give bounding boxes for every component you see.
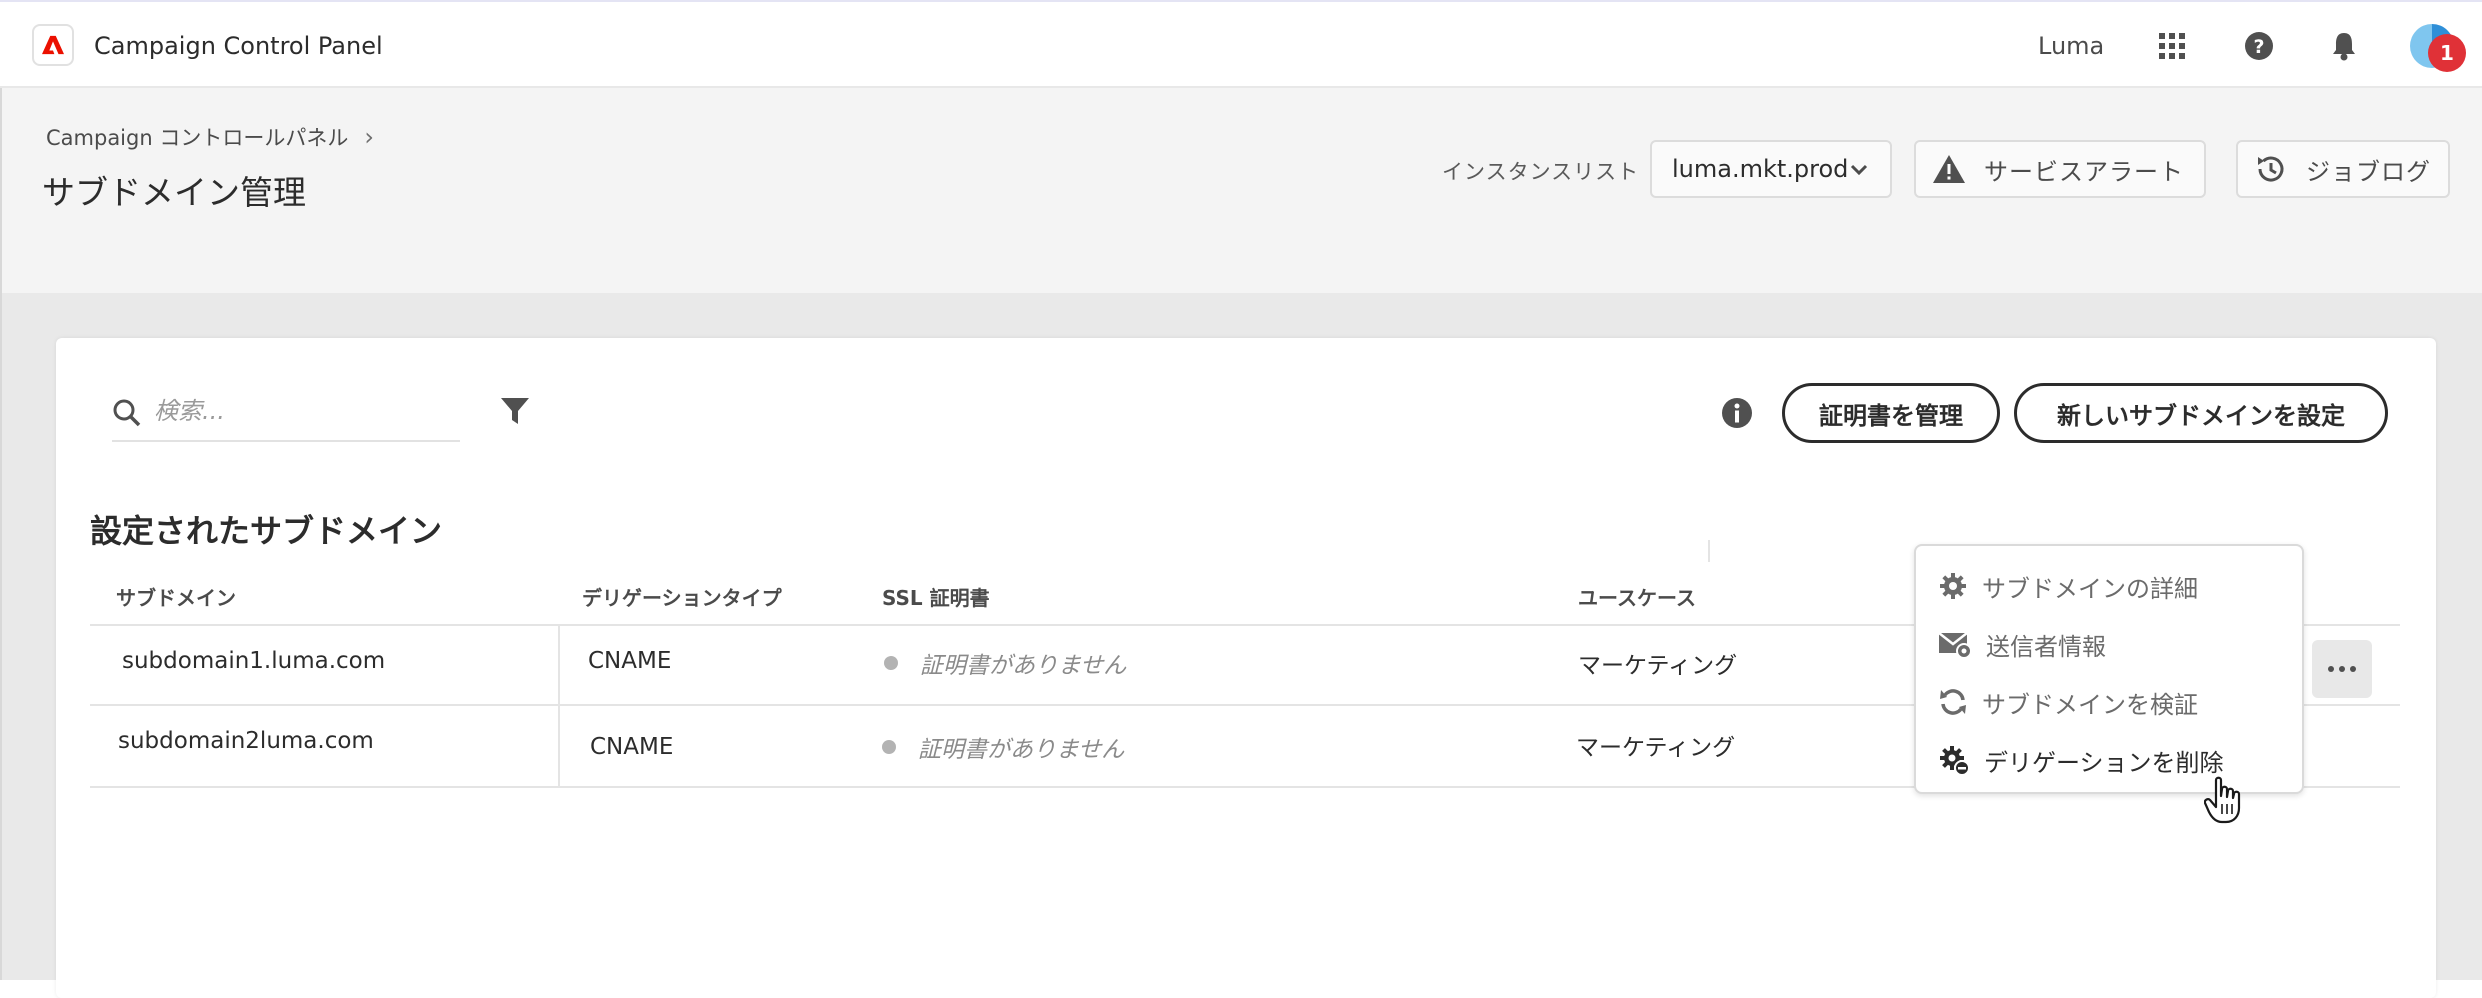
adobe-logo-icon: [42, 35, 64, 55]
service-alert-button[interactable]: サービスアラート: [1914, 140, 2206, 198]
history-icon: [2258, 156, 2284, 182]
adobe-logo[interactable]: [32, 24, 74, 66]
search-input[interactable]: [152, 392, 446, 430]
search-field[interactable]: [112, 384, 460, 442]
row-actions-menu: サブドメインの詳細 送信者情報 サブドメインを検証 デリゲーションを削除: [1914, 544, 2304, 794]
menu-item-sender-info[interactable]: 送信者情報: [1938, 622, 2106, 666]
instance-list-label: インスタンスリスト: [1442, 160, 1640, 184]
new-subdomain-button[interactable]: 新しいサブドメインを設定: [2014, 383, 2388, 443]
job-log-button[interactable]: ジョブログ: [2236, 140, 2450, 198]
help-icon[interactable]: ?: [2241, 28, 2277, 64]
org-switcher[interactable]: Luma: [2038, 32, 2104, 60]
alert-icon: [1933, 155, 1965, 183]
info-icon[interactable]: [1720, 396, 1754, 430]
service-alert-label: サービスアラート: [1984, 157, 2184, 186]
app-title: Campaign Control Panel: [94, 32, 383, 60]
breadcrumb-link[interactable]: Campaign コントロールパネル: [46, 122, 348, 152]
breadcrumb[interactable]: Campaign コントロールパネル ›: [46, 122, 374, 152]
menu-item-label: サブドメインの詳細: [1982, 574, 2198, 603]
more-dot: [2339, 666, 2345, 672]
status-dot: [882, 740, 896, 754]
bell-icon[interactable]: [2326, 28, 2362, 64]
ssl-status-text: 証明書がありません: [920, 653, 1127, 679]
job-log-badge: 1: [2428, 34, 2466, 72]
chevron-down-icon: [1850, 164, 1868, 176]
menu-item-delete-delegation[interactable]: デリゲーションを削除: [1938, 738, 2224, 782]
gear-remove-icon: [1940, 746, 1970, 776]
menu-item-label: デリゲーションを削除: [1984, 748, 2224, 777]
column-header-subdomain[interactable]: サブドメイン: [116, 582, 236, 611]
section-title: 設定されたサブドメイン: [90, 512, 443, 550]
cell-ssl-certificate: 証明書がありません: [884, 646, 1126, 680]
instance-select[interactable]: luma.mkt.prod: [1650, 140, 1892, 198]
hand-cursor-icon: [2204, 776, 2241, 824]
cell-delegation-type: CNAME: [588, 648, 672, 674]
cell-delegation-type: CNAME: [590, 734, 674, 760]
job-log-label: ジョブログ: [2306, 157, 2431, 186]
menu-item-verify-subdomain[interactable]: サブドメインを検証: [1938, 680, 2198, 724]
page-header: Campaign コントロールパネル › サブドメイン管理 インスタンスリスト …: [0, 88, 2482, 293]
cell-use-case: マーケティング: [1578, 653, 1738, 679]
filter-icon[interactable]: [500, 396, 530, 426]
chevron-right-icon: ›: [364, 123, 374, 151]
search-icon: [113, 399, 141, 427]
cell-subdomain: subdomain1.luma.com: [122, 648, 386, 674]
menu-item-label: 送信者情報: [1986, 632, 2106, 661]
cell-subdomain: subdomain2luma.com: [118, 728, 374, 754]
ssl-status-text: 証明書がありません: [918, 737, 1125, 763]
refresh-icon: [1940, 689, 1966, 715]
row-actions-button[interactable]: [2312, 640, 2372, 698]
mail-settings-icon: [1938, 632, 1972, 659]
column-header-delegation-type[interactable]: デリゲーションタイプ: [582, 582, 782, 611]
cell-ssl-certificate: 証明書がありません: [882, 730, 1124, 764]
more-dot: [2350, 666, 2356, 672]
status-dot: [884, 656, 898, 670]
column-header-ssl-certificate[interactable]: SSL 証明書: [882, 582, 990, 611]
menu-item-subdomain-details[interactable]: サブドメインの詳細: [1938, 564, 2198, 608]
menu-item-label: サブドメインを検証: [1982, 690, 2198, 719]
instance-select-value: luma.mkt.prod: [1672, 155, 1849, 183]
apps-grid-icon[interactable]: [2154, 28, 2190, 64]
column-header-use-case[interactable]: ユースケース: [1578, 582, 1696, 611]
manage-certificates-button[interactable]: 証明書を管理: [1782, 383, 2000, 443]
svg-text:?: ?: [2253, 36, 2264, 58]
page-title: サブドメイン管理: [42, 173, 306, 212]
more-dot: [2328, 666, 2334, 672]
gear-icon: [1940, 573, 1966, 599]
column-divider: [1708, 540, 1710, 562]
cell-use-case: マーケティング: [1576, 735, 1736, 761]
shell-bar: Campaign Control Panel Luma ?: [0, 0, 2482, 88]
